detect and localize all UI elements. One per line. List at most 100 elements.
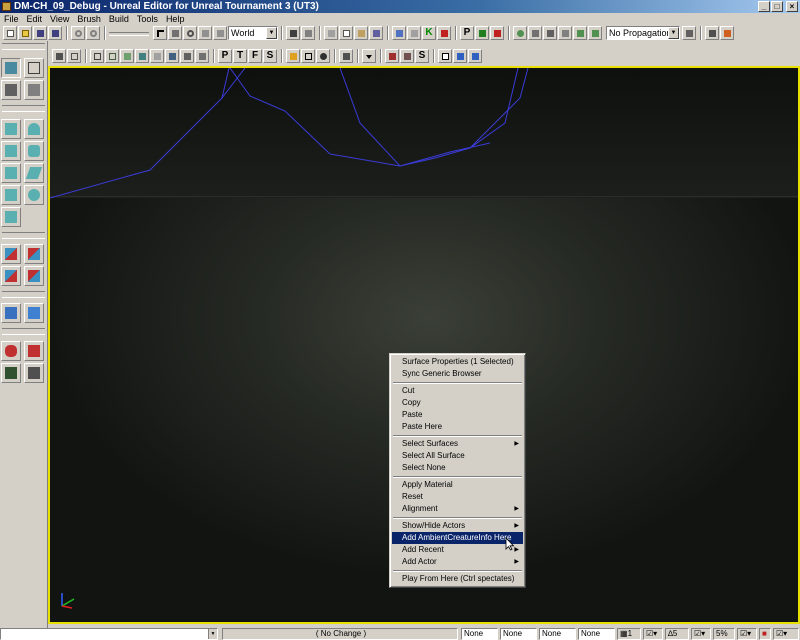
brush-wireframe-button[interactable] xyxy=(90,49,104,63)
context-menu-item[interactable]: Sync Generic Browser xyxy=(392,368,523,380)
menu-view[interactable]: View xyxy=(50,13,69,25)
context-menu-item[interactable]: Cut xyxy=(392,385,523,397)
view-front-button[interactable]: F xyxy=(248,49,262,63)
close-button[interactable]: × xyxy=(786,1,798,12)
context-menu-item[interactable]: Add Recent ▶ xyxy=(392,544,523,556)
menu-brush[interactable]: Brush xyxy=(77,13,101,25)
build-cover-button[interactable] xyxy=(558,26,572,40)
maximize-button[interactable]: □ xyxy=(771,1,783,12)
context-menu-item[interactable]: Show/Hide Actors ▶ xyxy=(392,520,523,532)
build-all-button[interactable] xyxy=(573,26,587,40)
context-menu-item[interactable]: Add Actor ▶ xyxy=(392,556,523,568)
camera-speed-slider[interactable] xyxy=(109,26,149,40)
field-y[interactable]: None xyxy=(500,628,537,640)
post-process-button[interactable] xyxy=(400,49,414,63)
build-lighting-button[interactable] xyxy=(528,26,542,40)
game-view-button[interactable] xyxy=(316,49,330,63)
find-button[interactable] xyxy=(286,26,300,40)
menu-tools[interactable]: Tools xyxy=(137,13,158,25)
add-volume-button[interactable] xyxy=(1,303,21,323)
volumetric-brush-button[interactable] xyxy=(1,207,21,227)
context-menu-item[interactable]: Paste xyxy=(392,409,523,421)
view-side-button[interactable]: S xyxy=(263,49,277,63)
context-menu-item[interactable]: Alignment ▶ xyxy=(392,503,523,515)
select-mode-button[interactable] xyxy=(153,26,167,40)
invert-selection-button[interactable] xyxy=(1,363,21,383)
lock-selection-button[interactable] xyxy=(286,49,300,63)
stat-button[interactable]: S xyxy=(415,49,429,63)
field-x[interactable]: None xyxy=(461,628,498,640)
csg-deintersect-button[interactable] xyxy=(24,266,44,286)
build-paths-button[interactable] xyxy=(543,26,557,40)
context-menu-item[interactable]: Copy xyxy=(392,397,523,409)
viewport-maximize-button[interactable] xyxy=(67,49,81,63)
publish-button[interactable] xyxy=(588,26,602,40)
show-selected-button[interactable] xyxy=(1,341,21,361)
show-all-button[interactable] xyxy=(24,363,44,383)
context-menu-item[interactable]: Select None xyxy=(392,462,523,474)
lit-mode-button[interactable] xyxy=(135,49,149,63)
open-map-button[interactable] xyxy=(18,26,32,40)
play-in-editor-button[interactable]: P xyxy=(460,26,474,40)
redo-button[interactable] xyxy=(86,26,100,40)
rotation-snap-toggle[interactable]: ☑▾ xyxy=(691,628,711,640)
coord-system-select[interactable]: World ▼ xyxy=(228,26,278,40)
csg-subtract-button[interactable] xyxy=(24,244,44,264)
curve-editor-button[interactable] xyxy=(475,26,489,40)
field-w[interactable]: None xyxy=(578,628,615,640)
show-flags-button[interactable] xyxy=(339,49,353,63)
minimize-button[interactable]: _ xyxy=(758,1,770,12)
save-all-button[interactable] xyxy=(48,26,62,40)
context-menu-item[interactable]: Apply Material xyxy=(392,479,523,491)
menu-build[interactable]: Build xyxy=(109,13,129,25)
single-viewport-button[interactable] xyxy=(438,49,452,63)
light-complexity-button[interactable] xyxy=(165,49,179,63)
hammer-button[interactable] xyxy=(705,26,719,40)
grid-button[interactable] xyxy=(392,26,406,40)
csg-intersect-button[interactable] xyxy=(1,266,21,286)
propagation-options-button[interactable] xyxy=(682,26,696,40)
camera-mode-button[interactable] xyxy=(1,58,21,78)
split-viewport-button[interactable] xyxy=(453,49,467,63)
save-map-button[interactable] xyxy=(33,26,47,40)
hide-selected-button[interactable] xyxy=(24,341,44,361)
csg-add-button[interactable] xyxy=(1,244,21,264)
sheet-brush-button[interactable] xyxy=(24,163,44,183)
context-menu-item[interactable]: Select All Surface xyxy=(392,450,523,462)
terrain-mode-button[interactable] xyxy=(1,80,21,100)
undo-button[interactable] xyxy=(71,26,85,40)
geometry-mode-button[interactable] xyxy=(24,58,44,78)
realtime-button[interactable] xyxy=(301,49,315,63)
browser-button[interactable] xyxy=(301,26,315,40)
actor-list-button[interactable] xyxy=(369,26,383,40)
context-menu-item[interactable]: Play From Here (Ctrl spectates) xyxy=(392,573,523,585)
context-menu-item[interactable]: Add AmbientCreatureInfo Here xyxy=(392,532,523,544)
unlit-mode-button[interactable] xyxy=(120,49,134,63)
mesh-button[interactable] xyxy=(407,26,421,40)
wireframe-mode-button[interactable] xyxy=(105,49,119,63)
menu-file[interactable]: File xyxy=(4,13,19,25)
paste-button[interactable] xyxy=(354,26,368,40)
sphere-brush-button[interactable] xyxy=(24,185,44,205)
lighting-only-button[interactable] xyxy=(150,49,164,63)
texture-density-button[interactable] xyxy=(180,49,194,63)
viewport-options-button[interactable] xyxy=(52,49,66,63)
scale-snap[interactable]: 5% xyxy=(713,628,735,640)
quad-viewport-button[interactable] xyxy=(468,49,482,63)
copy-button[interactable] xyxy=(339,26,353,40)
cube-brush-button[interactable] xyxy=(1,119,21,139)
command-input[interactable]: ▼ xyxy=(0,628,218,640)
view-perspective-button[interactable]: P xyxy=(218,49,232,63)
cylinder-brush-button[interactable] xyxy=(24,141,44,161)
cut-button[interactable] xyxy=(324,26,338,40)
matinee-button[interactable] xyxy=(437,26,451,40)
menu-edit[interactable]: Edit xyxy=(27,13,43,25)
context-menu-item[interactable]: Reset xyxy=(392,491,523,503)
translate-mode-button[interactable] xyxy=(168,26,182,40)
show-flags-dropdown[interactable] xyxy=(362,49,376,63)
grid-size[interactable]: ▦1 xyxy=(617,628,641,640)
propagation-select[interactable]: No Propagation ▼ xyxy=(606,26,680,40)
grid-snap-toggle[interactable]: ☑▾ xyxy=(643,628,663,640)
shader-complexity-button[interactable] xyxy=(195,49,209,63)
curved-stairs-brush-button[interactable] xyxy=(1,163,21,183)
